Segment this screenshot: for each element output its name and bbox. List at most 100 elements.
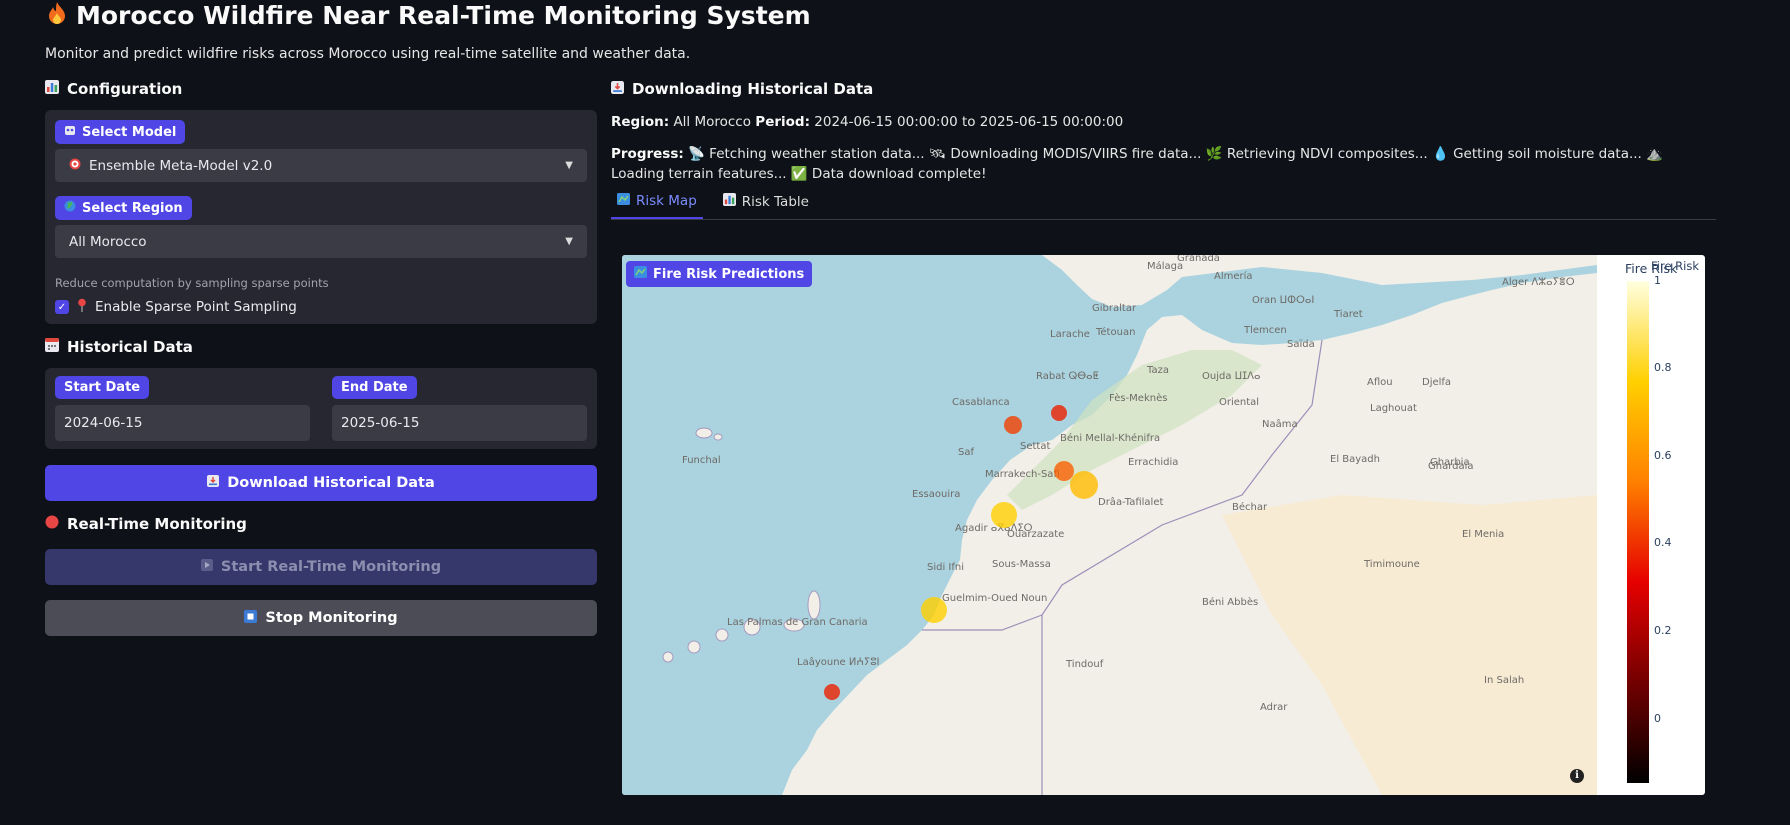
model-select[interactable]: Ensemble Meta-Model v2.0 ▼ bbox=[55, 149, 587, 182]
fire-risk-badge: Fire Risk Predictions bbox=[626, 261, 813, 287]
map-place-label: El Bayadh bbox=[1330, 454, 1380, 465]
colorbar-tick: 0.6 bbox=[1654, 449, 1672, 462]
colorbar-tick: 0.2 bbox=[1654, 624, 1672, 637]
target-icon bbox=[69, 158, 81, 174]
page-subtitle: Monitor and predict wildfire risks acros… bbox=[45, 46, 691, 62]
map-place-label: Ouarzazate bbox=[1007, 529, 1064, 540]
bar-chart-icon bbox=[722, 193, 736, 210]
map-place-label: Settat bbox=[1020, 441, 1050, 452]
select-region-label: Select Region bbox=[55, 196, 192, 220]
map-place-label: Naâma bbox=[1262, 418, 1298, 430]
map-place-label: Tiaret bbox=[1333, 309, 1363, 320]
map-place-label: Oujda ⵡⵊⴷⴰ bbox=[1202, 371, 1261, 382]
map-place-label: Béni Abbès bbox=[1202, 596, 1258, 608]
inbox-icon bbox=[611, 80, 624, 98]
end-date-input[interactable]: 2025-06-15 bbox=[332, 405, 587, 441]
map-place-label: Laghouat bbox=[1370, 403, 1417, 414]
tab-risk-map[interactable]: Risk Map bbox=[611, 192, 703, 219]
map-place-label: Fès-Meknès bbox=[1109, 392, 1167, 404]
tab-risk-table[interactable]: Risk Table bbox=[717, 192, 815, 219]
map-basemap[interactable]: MálagaGranadaAlmeríaGibraltarOran ⵡⵀⵔⴰⵏA… bbox=[622, 255, 1597, 795]
start-date-input[interactable]: 2024-06-15 bbox=[55, 405, 310, 441]
risk-point-marker[interactable] bbox=[1054, 461, 1074, 481]
downloading-heading: Downloading Historical Data bbox=[611, 76, 1716, 102]
map-place-label: Marrakech-Safi bbox=[985, 469, 1060, 480]
calendar-icon bbox=[45, 338, 59, 356]
realtime-heading: Real-Time Monitoring bbox=[45, 511, 597, 537]
sparse-sampling-label: Enable Sparse Point Sampling bbox=[95, 299, 297, 315]
sidebar-config: Configuration Select Model Ensemble Meta… bbox=[45, 76, 597, 636]
config-panel: Select Model Ensemble Meta-Model v2.0 ▼ … bbox=[45, 110, 597, 324]
start-date-label: Start Date bbox=[55, 376, 150, 399]
map-place-label: Almería bbox=[1214, 270, 1253, 282]
red-circle-icon bbox=[45, 515, 59, 533]
colorbar-tick: 0 bbox=[1654, 712, 1661, 725]
map-place-label: Taza bbox=[1146, 365, 1169, 376]
map-place-label: Gibraltar bbox=[1092, 303, 1137, 314]
result-tabs: Risk Map Risk Table bbox=[611, 192, 1716, 220]
robot-icon bbox=[64, 124, 76, 140]
map-place-label: Djelfa bbox=[1422, 377, 1451, 388]
play-icon bbox=[200, 559, 213, 575]
download-region-period: Region: All Morocco Period: 2024-06-15 0… bbox=[611, 114, 1124, 130]
sparse-sampling-toggle[interactable]: ✓ Enable Sparse Point Sampling bbox=[55, 298, 587, 316]
info-icon[interactable]: i bbox=[1570, 769, 1584, 783]
colorbar-tick: 1 bbox=[1654, 274, 1661, 287]
map-place-label: El Menia bbox=[1462, 529, 1504, 540]
map-place-label: Casablanca bbox=[952, 397, 1010, 408]
colorbar-title-small: Fire Risk bbox=[1651, 259, 1700, 273]
fire-icon bbox=[46, 1, 68, 29]
configuration-heading: Configuration bbox=[45, 76, 597, 102]
map-place-label: Larache bbox=[1050, 329, 1090, 340]
map-place-label: Las Palmas de Gran Canaria bbox=[727, 617, 868, 628]
risk-point-marker[interactable] bbox=[1004, 416, 1022, 434]
map-place-label: Laâyoune ⵍⵄⵢⵓⵏ bbox=[797, 656, 879, 668]
pin-icon bbox=[77, 298, 87, 316]
select-model-label: Select Model bbox=[55, 120, 186, 144]
end-date-label: End Date bbox=[332, 376, 417, 399]
map-place-label: Aflou bbox=[1367, 377, 1393, 388]
checkbox-checked-icon[interactable]: ✓ bbox=[55, 300, 69, 314]
map-place-label: Timimoune bbox=[1363, 559, 1420, 570]
colorbar bbox=[1627, 281, 1649, 783]
model-select-value: Ensemble Meta-Model v2.0 bbox=[89, 157, 273, 174]
risk-point-marker[interactable] bbox=[1051, 405, 1067, 421]
map-place-label: Essaouira bbox=[912, 489, 960, 500]
region-select[interactable]: All Morocco ▼ bbox=[55, 225, 587, 258]
risk-point-marker[interactable] bbox=[991, 502, 1017, 528]
globe-icon bbox=[64, 200, 76, 216]
map-place-label: Drâa-Tafilalet bbox=[1098, 496, 1163, 508]
risk-point-marker[interactable] bbox=[921, 597, 947, 623]
map-place-label: Béchar bbox=[1232, 501, 1268, 513]
stop-monitoring-button[interactable]: Stop Monitoring bbox=[45, 600, 597, 636]
download-progress: Progress: 📡 Fetching weather station dat… bbox=[611, 146, 1663, 182]
map-icon bbox=[617, 192, 630, 209]
historical-data-heading: Historical Data bbox=[45, 334, 597, 360]
historical-panel: Start Date 2024-06-15 End Date 2025-06-1… bbox=[45, 368, 597, 449]
fire-risk-map[interactable]: Málaga Granada Almería Gibraltar Oran ⵡⵀⵔⴰⵏ A… bbox=[622, 255, 1705, 795]
map-place-label: Tétouan bbox=[1095, 326, 1135, 338]
map-place-label: Sidi Ifni bbox=[927, 562, 964, 573]
map-place-label: Béni Mellal-Khénifra bbox=[1060, 432, 1160, 444]
map-place-label: Gharbia bbox=[1430, 457, 1470, 468]
start-monitoring-button[interactable]: Start Real-Time Monitoring bbox=[45, 549, 597, 585]
map-place-label: In Salah bbox=[1484, 675, 1524, 686]
main-panel: Downloading Historical Data Region: All … bbox=[611, 76, 1716, 220]
bar-chart-icon bbox=[45, 80, 59, 98]
map-place-label: Tlemcen bbox=[1243, 325, 1287, 336]
map-place-label: Alger ⴷⵣⴰⵢⴻⵔ bbox=[1502, 277, 1575, 288]
stop-icon bbox=[244, 609, 258, 627]
page-header: Morocco Wildfire Near Real-Time Monitori… bbox=[46, 0, 811, 30]
map-place-label: Errachidia bbox=[1128, 457, 1178, 468]
download-historical-button[interactable]: Download Historical Data bbox=[45, 465, 597, 501]
map-place-label: Tindouf bbox=[1065, 659, 1104, 670]
colorbar-tick: 0.4 bbox=[1654, 536, 1672, 549]
map-place-label: Rabat ⵕⴱⴰⵟ bbox=[1036, 371, 1099, 382]
region-select-value: All Morocco bbox=[69, 233, 147, 250]
map-place-label: Saïda bbox=[1287, 339, 1315, 350]
map-place-label: Guelmim-Oued Noun bbox=[942, 593, 1047, 604]
risk-point-marker[interactable] bbox=[824, 684, 840, 700]
map-place-label: Granada bbox=[1177, 255, 1220, 264]
page-title: Morocco Wildfire Near Real-Time Monitori… bbox=[76, 0, 811, 30]
risk-point-marker[interactable] bbox=[1070, 471, 1098, 499]
